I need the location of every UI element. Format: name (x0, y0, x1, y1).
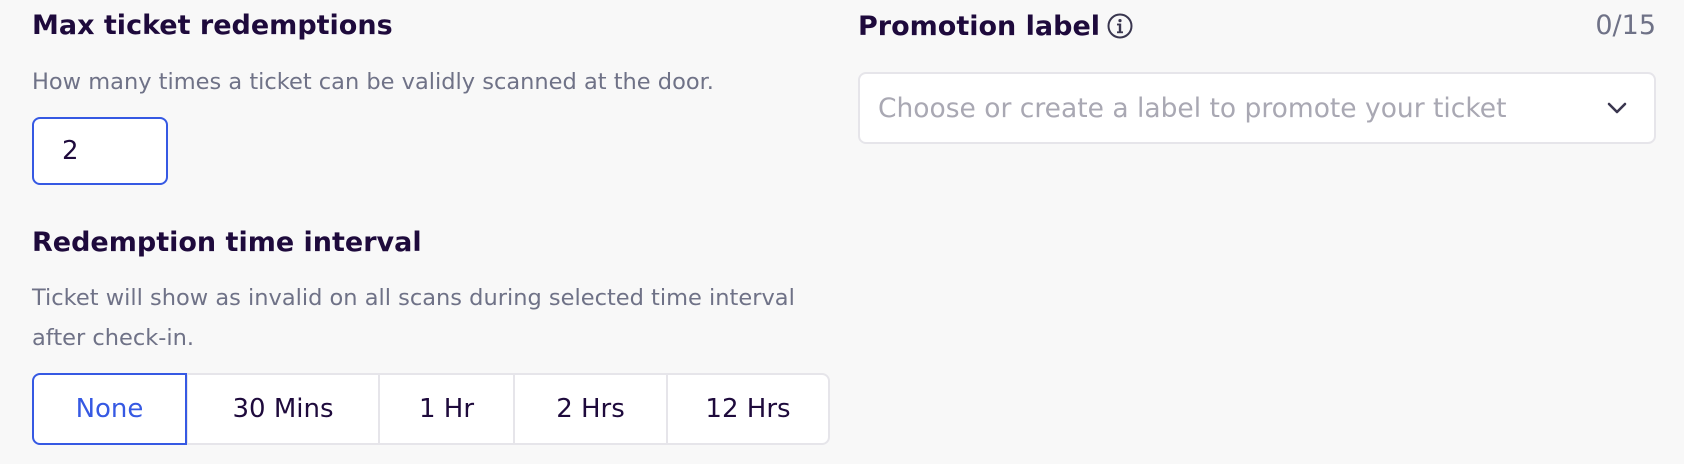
chevron-down-icon (1604, 95, 1630, 121)
redemption-interval-help: Ticket will show as invalid on all scans… (32, 285, 795, 351)
promotion-label-placeholder: Choose or create a label to promote your… (878, 92, 1507, 124)
info-circle-icon[interactable] (1106, 12, 1134, 40)
redemption-interval-title: Redemption time interval (32, 227, 422, 258)
max-redemptions-help: How many times a ticket can be validly s… (32, 69, 714, 95)
interval-option-2-hrs[interactable]: 2 Hrs (514, 373, 667, 445)
promotion-label-header: Promotion label (858, 12, 1134, 40)
interval-option-30-mins[interactable]: 30 Mins (187, 373, 379, 445)
max-redemptions-title: Max ticket redemptions (32, 10, 393, 41)
redemption-interval-selector: None 30 Mins 1 Hr 2 Hrs 12 Hrs (32, 373, 830, 445)
ticket-settings-panel: Max ticket redemptions How many times a … (0, 0, 1684, 464)
promotion-label-title: Promotion label (858, 10, 1101, 42)
interval-option-1-hr[interactable]: 1 Hr (379, 373, 514, 445)
max-redemptions-input[interactable] (32, 117, 168, 185)
interval-option-none[interactable]: None (32, 373, 187, 445)
interval-option-12-hrs[interactable]: 12 Hrs (667, 373, 830, 445)
promotion-label-select[interactable]: Choose or create a label to promote your… (858, 72, 1656, 144)
promotion-label-char-counter: 0/15 (1595, 10, 1656, 41)
